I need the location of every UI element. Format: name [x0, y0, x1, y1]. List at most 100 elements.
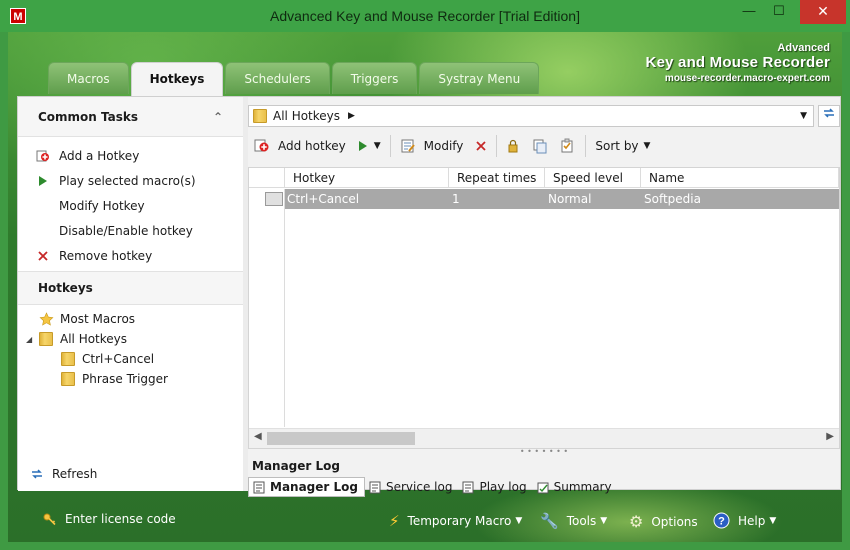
key-icon: [43, 512, 57, 526]
log-tab-summary[interactable]: Summary: [533, 477, 618, 497]
log-tab-manager[interactable]: Manager Log: [248, 477, 365, 497]
column-hotkey[interactable]: Hotkey: [285, 168, 449, 188]
tab-hotkeys[interactable]: Hotkeys: [130, 62, 224, 96]
task-disable-enable[interactable]: Disable/Enable hotkey: [18, 218, 243, 243]
main-tabs: Macros Hotkeys Schedulers Triggers Systr…: [48, 62, 540, 96]
column-speed-level[interactable]: Speed level: [545, 168, 641, 188]
tree-item-phrase-trigger[interactable]: Phrase Trigger: [18, 369, 243, 389]
play-button[interactable]: [352, 134, 370, 158]
log-icon: [253, 481, 266, 494]
chevron-down-icon: ▼: [600, 516, 608, 526]
log-splitter[interactable]: • • • • • • •: [248, 448, 840, 456]
lightning-icon: ⚡: [389, 512, 400, 530]
edit-icon: [400, 138, 416, 154]
play-dropdown-button[interactable]: ▼: [370, 134, 387, 158]
refresh-icon: [824, 108, 834, 118]
window-title: Advanced Key and Mouse Recorder [Trial E…: [270, 8, 580, 24]
modify-button[interactable]: Modify: [394, 134, 470, 158]
task-modify-hotkey[interactable]: Modify Hotkey: [18, 193, 243, 218]
breadcrumb-arrow-icon[interactable]: ▶: [348, 111, 355, 121]
task-label: Add a Hotkey: [59, 148, 140, 163]
log-tab-label: Summary: [553, 480, 612, 494]
license-label: Enter license code: [65, 512, 176, 526]
log-tab-service[interactable]: Service log: [365, 477, 458, 497]
left-panel: Common Tasks ⌃ Add a Hotkey Play selecte…: [18, 97, 243, 491]
tree-label: All Hotkeys: [60, 332, 128, 346]
log-title: Manager Log: [252, 459, 340, 473]
copy-button[interactable]: [526, 134, 554, 158]
tab-schedulers[interactable]: Schedulers: [225, 62, 330, 94]
log-icon: [462, 481, 475, 494]
minimize-button[interactable]: —: [734, 0, 764, 24]
expand-triangle-icon[interactable]: ◢: [26, 335, 38, 344]
scroll-right-icon[interactable]: ▶: [826, 431, 834, 442]
close-button[interactable]: ✕: [800, 0, 846, 24]
brand-line-2: Key and Mouse Recorder: [645, 54, 830, 71]
tree-label: Phrase Trigger: [82, 372, 168, 386]
tab-systray-menu[interactable]: Systray Menu: [419, 62, 540, 94]
column-repeat-times[interactable]: Repeat times: [449, 168, 545, 188]
horizontal-scrollbar[interactable]: ◀ ▶: [249, 428, 839, 448]
table-row[interactable]: Ctrl+Cancel 1 Normal Softpedia: [285, 189, 839, 209]
refresh-link[interactable]: Refresh: [30, 467, 97, 481]
chevron-down-icon: ▼: [769, 515, 777, 526]
keyboard-icon: [265, 192, 283, 206]
tab-macros[interactable]: Macros: [48, 62, 129, 94]
log-tab-label: Play log: [479, 480, 527, 494]
task-label: Remove hotkey: [59, 248, 153, 263]
tree-item-most-macros[interactable]: Most Macros: [18, 309, 243, 329]
column-name[interactable]: Name: [641, 168, 839, 188]
gear-icon: ⚙: [629, 512, 644, 531]
tools-button[interactable]: 🔧 Tools ▼: [540, 512, 607, 530]
blank-icon: [35, 198, 51, 214]
collapse-icon[interactable]: ⌃: [213, 110, 223, 124]
log-tabs: Manager Log Service log Play log Summary: [248, 477, 618, 497]
task-label: Disable/Enable hotkey: [59, 223, 193, 238]
tools-label: Tools: [566, 514, 597, 528]
status-bar: Enter license code ⚡ Temporary Macro ▼ 🔧…: [17, 500, 841, 540]
scroll-left-icon[interactable]: ◀: [254, 431, 262, 442]
task-remove-hotkey[interactable]: Remove hotkey: [18, 243, 243, 268]
task-play-selected[interactable]: Play selected macro(s): [18, 168, 243, 193]
options-button[interactable]: ⚙ Options: [629, 512, 698, 531]
svg-text:?: ?: [718, 516, 725, 528]
hotkeys-header: Hotkeys: [18, 271, 243, 305]
brand-line-1: Advanced: [777, 42, 830, 54]
brand-logo: Advanced Key and Mouse Recorder mouse-re…: [646, 42, 830, 84]
tree-item-all-hotkeys[interactable]: ◢ All Hotkeys: [18, 329, 243, 349]
blank-icon: [35, 223, 51, 239]
address-bar[interactable]: All Hotkeys ▶ ▼: [248, 105, 814, 127]
star-icon: [38, 311, 54, 326]
log-tab-play[interactable]: Play log: [458, 477, 532, 497]
chevron-down-icon[interactable]: ▼: [800, 111, 807, 121]
paste-button[interactable]: [554, 134, 582, 158]
temporary-macro-button[interactable]: ⚡ Temporary Macro ▼: [389, 512, 522, 530]
address-path: All Hotkeys: [273, 109, 341, 123]
folder-icon: [60, 372, 76, 386]
tab-triggers[interactable]: Triggers: [331, 62, 418, 94]
scroll-thumb[interactable]: [267, 432, 415, 445]
help-button[interactable]: ? Help ▼: [713, 512, 776, 529]
temporary-macro-label: Temporary Macro: [407, 514, 512, 528]
maximize-button[interactable]: ☐: [764, 0, 794, 24]
enter-license-link[interactable]: Enter license code: [43, 512, 176, 526]
tree-item-ctrl-cancel[interactable]: Ctrl+Cancel: [18, 349, 243, 369]
address-refresh-button[interactable]: [818, 105, 840, 127]
modify-label: Modify: [423, 139, 464, 153]
delete-button[interactable]: [469, 134, 493, 158]
task-add-hotkey[interactable]: Add a Hotkey: [18, 143, 243, 168]
paste-icon: [561, 138, 573, 153]
content-frame: Common Tasks ⌃ Add a Hotkey Play selecte…: [17, 96, 841, 497]
sort-by-label: Sort by: [595, 139, 639, 153]
add-hotkey-button[interactable]: Add hotkey: [248, 134, 352, 158]
tree-label: Ctrl+Cancel: [82, 352, 155, 366]
copy-icon: [533, 139, 547, 154]
task-label: Play selected macro(s): [59, 173, 196, 188]
lock-button[interactable]: [500, 134, 526, 158]
log-tab-label: Service log: [385, 480, 453, 494]
sort-by-button[interactable]: Sort by ▼: [589, 134, 656, 158]
common-tasks-header[interactable]: Common Tasks ⌃: [18, 97, 243, 137]
right-panel: All Hotkeys ▶ ▼ Add hotkey ▼ Modify Sort…: [248, 105, 840, 497]
toolbar-separator: [389, 135, 391, 157]
folder-icon: [38, 332, 54, 346]
